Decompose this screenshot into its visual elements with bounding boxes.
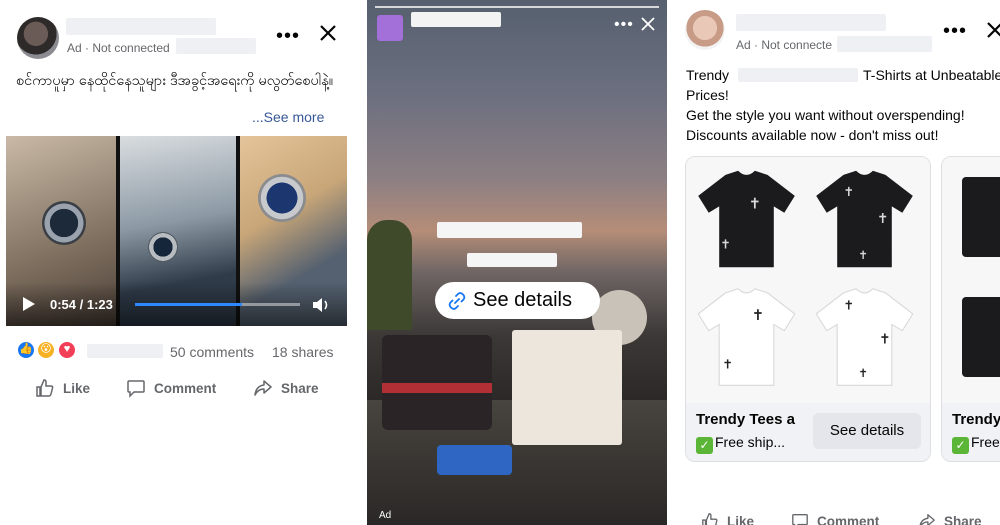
check-mark-icon: ✓ bbox=[696, 437, 713, 454]
caption-line-1-end: T-Shirts at Unbeatable bbox=[863, 67, 1000, 83]
phone-image bbox=[437, 445, 512, 475]
advertiser-avatar[interactable] bbox=[17, 17, 59, 59]
thumbs-up-icon bbox=[36, 379, 54, 397]
redacted-text bbox=[837, 36, 932, 52]
close-icon[interactable] bbox=[985, 20, 1000, 44]
like-reaction-icon: 👍 bbox=[17, 341, 35, 359]
card-footer: Trendy Tees a ✓ Free ship... See details bbox=[686, 403, 930, 461]
caption-line-2: Prices! bbox=[686, 87, 729, 103]
card-subtitle: ✓ Free ship... bbox=[696, 434, 785, 454]
thumbs-up-icon bbox=[701, 512, 719, 525]
white-tshirt-image: ✝ ✝ bbox=[697, 288, 796, 386]
volume-icon[interactable] bbox=[311, 296, 331, 314]
shares-count[interactable]: 18 shares bbox=[272, 344, 333, 360]
story-progress-bar bbox=[375, 6, 659, 8]
svg-text:✝: ✝ bbox=[722, 357, 733, 372]
video-player[interactable]: 0:54 / 1:23 bbox=[6, 136, 347, 326]
facebook-video-ad-post: Ad · Not connected ••• စင်ကာပူမှာ နေထိုင… bbox=[0, 0, 360, 525]
svg-text:✝: ✝ bbox=[879, 331, 890, 347]
card-title: Trendy bbox=[952, 411, 1000, 428]
svg-text:✝: ✝ bbox=[858, 248, 868, 262]
see-details-button[interactable]: See details bbox=[813, 413, 921, 449]
redacted-reaction-names bbox=[87, 344, 163, 358]
redacted-story-text bbox=[467, 253, 557, 267]
share-label: Share bbox=[281, 381, 319, 396]
carousel-card[interactable]: Trendy ✓ Free bbox=[941, 156, 1000, 462]
video-seek-bar[interactable] bbox=[135, 303, 300, 306]
like-label: Like bbox=[727, 514, 755, 525]
comment-button[interactable]: Comment bbox=[126, 378, 221, 400]
caption-line-4: Discounts available now - don't miss out… bbox=[686, 127, 939, 143]
redacted-text bbox=[176, 38, 256, 54]
white-tshirt-image: ✝ ✝ ✝ bbox=[815, 288, 914, 386]
share-button[interactable]: Share bbox=[253, 378, 323, 400]
redacted-brand-name bbox=[738, 68, 858, 82]
watch-image bbox=[42, 201, 86, 245]
link-icon bbox=[448, 292, 466, 310]
see-details-label: See details bbox=[473, 289, 572, 311]
product-image: ✝ ✝ ✝ ✝ ✝ ✝ ✝ ✝ ✝ ✝ bbox=[686, 157, 930, 403]
product-image bbox=[942, 157, 1000, 403]
share-icon bbox=[918, 512, 936, 525]
story-ad: ••• See details Ad bbox=[367, 0, 667, 525]
black-shorts-image bbox=[962, 297, 1000, 377]
close-icon[interactable] bbox=[641, 14, 655, 37]
comment-icon bbox=[791, 512, 809, 525]
more-options-icon[interactable]: ••• bbox=[943, 20, 967, 42]
comments-count[interactable]: 50 comments bbox=[170, 344, 254, 360]
svg-text:✝: ✝ bbox=[720, 236, 731, 251]
see-more-link[interactable]: ...See more bbox=[252, 109, 324, 125]
card-subtitle: ✓ Free bbox=[952, 434, 1000, 454]
share-icon bbox=[254, 380, 272, 396]
comment-label: Comment bbox=[817, 514, 880, 525]
story-ad-label: Ad bbox=[379, 510, 392, 521]
caption-line-1-start: Trendy bbox=[686, 67, 730, 83]
seek-progress bbox=[135, 303, 243, 306]
redacted-advertiser-name bbox=[411, 12, 501, 27]
svg-text:✝: ✝ bbox=[877, 211, 888, 227]
more-options-icon[interactable]: ••• bbox=[614, 16, 634, 34]
comment-label: Comment bbox=[154, 381, 217, 396]
plant-image bbox=[367, 220, 412, 330]
share-label: Share bbox=[944, 514, 982, 525]
svg-text:✝: ✝ bbox=[752, 307, 764, 324]
like-button[interactable]: Like bbox=[35, 378, 95, 400]
card-title: Trendy Tees a bbox=[696, 411, 795, 428]
black-shorts-image bbox=[962, 177, 1000, 257]
watch-image bbox=[148, 232, 178, 262]
check-mark-icon: ✓ bbox=[952, 437, 969, 454]
see-details-button[interactable]: See details bbox=[435, 282, 600, 319]
svg-text:✝: ✝ bbox=[844, 298, 855, 313]
caption-line-3: Get the style you want without overspend… bbox=[686, 107, 965, 123]
close-icon[interactable] bbox=[318, 23, 338, 47]
carousel-card[interactable]: ✝ ✝ ✝ ✝ ✝ ✝ ✝ ✝ ✝ ✝ Trendy Tees a ✓ Free… bbox=[685, 156, 931, 462]
card-footer: Trendy ✓ Free bbox=[942, 403, 1000, 461]
redacted-story-text bbox=[437, 222, 582, 238]
redacted-advertiser-name bbox=[736, 14, 886, 31]
black-tshirt-image: ✝ ✝ bbox=[698, 170, 795, 268]
svg-text:✝: ✝ bbox=[858, 366, 868, 380]
like-label: Like bbox=[63, 381, 91, 396]
svg-text:✝: ✝ bbox=[844, 184, 855, 199]
video-time: 0:54 / 1:23 bbox=[50, 297, 113, 312]
love-reaction-icon: ♥ bbox=[58, 341, 76, 359]
play-icon[interactable] bbox=[23, 297, 35, 311]
ad-label: Ad · Not connected bbox=[67, 41, 170, 55]
post-caption: စင်ကာပူမှာ နေထိုင်နေသူများ ဒီအခွင့်အရေးက… bbox=[16, 73, 334, 89]
redacted-advertiser-name bbox=[66, 18, 216, 35]
watch-image bbox=[258, 174, 306, 222]
wow-reaction-icon: 😮 bbox=[37, 341, 55, 359]
post-caption: Trendy T-Shirts at Unbeatable Prices! Ge… bbox=[686, 65, 1000, 145]
handbag-image bbox=[382, 335, 492, 430]
story-advertiser-avatar[interactable] bbox=[377, 15, 403, 41]
black-tshirt-image: ✝ ✝ ✝ bbox=[816, 170, 913, 268]
ad-label: Ad · Not connecte bbox=[736, 38, 833, 52]
advertiser-avatar[interactable] bbox=[685, 10, 725, 50]
svg-text:✝: ✝ bbox=[749, 196, 761, 213]
comment-icon bbox=[127, 380, 145, 398]
facebook-carousel-ad-post: Ad · Not connecte ••• Trendy T-Shirts at… bbox=[667, 0, 1000, 525]
more-options-icon[interactable]: ••• bbox=[276, 25, 300, 47]
shopping-bag-image bbox=[512, 330, 622, 445]
